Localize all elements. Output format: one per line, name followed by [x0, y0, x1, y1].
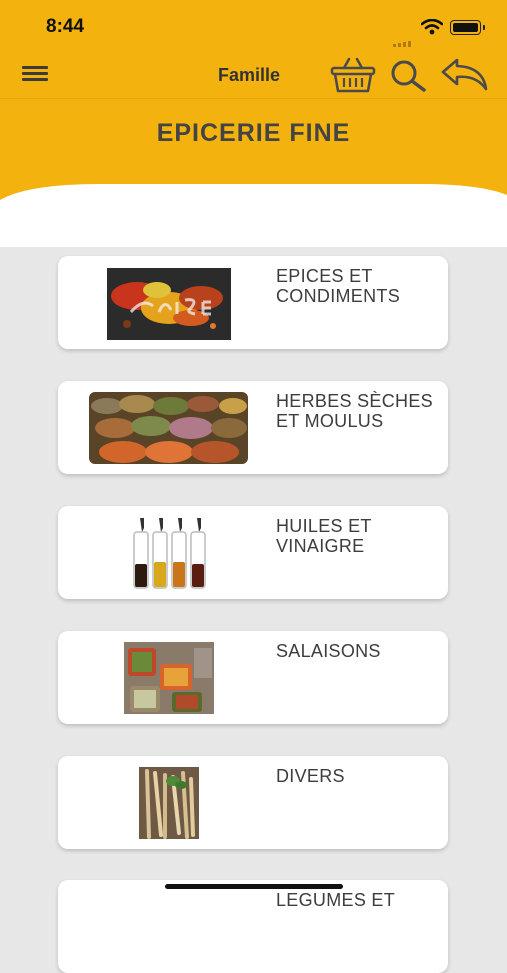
toolbar: Famille [0, 52, 507, 99]
category-card[interactable]: LEGUMES ET [58, 880, 448, 973]
back-icon[interactable] [440, 56, 490, 92]
breadsticks-photo [139, 767, 199, 839]
page-title: EPICERIE FINE [156, 119, 351, 147]
nav-title: Famille [218, 65, 281, 85]
home-indicator [165, 884, 343, 889]
herbs-market-photo [89, 392, 248, 464]
oil-bottles-photo [130, 516, 210, 590]
category-card[interactable]: HUILES ET VINAIGRE [58, 506, 448, 599]
header-banner: 8:44 Famille EPICERIE FINE [0, 0, 507, 200]
header-spacer [0, 200, 507, 246]
battery-icon [450, 20, 485, 35]
category-label: LEGUMES ET [276, 890, 396, 910]
status-bar: 8:44 [0, 0, 507, 52]
cellular-signal-icon [393, 29, 413, 47]
category-label: DIVERS [276, 766, 345, 786]
category-card[interactable]: HERBES SÈCHES ET MOULUS [58, 381, 448, 474]
category-card[interactable]: DIVERS [58, 756, 448, 849]
spices-photo [107, 268, 231, 340]
status-time: 8:44 [46, 16, 85, 37]
category-label: HERBES SÈCHES ET MOULUS [276, 391, 433, 431]
basket-icon[interactable] [329, 55, 377, 95]
category-card[interactable]: EPICES ET CONDIMENTS [58, 256, 448, 349]
category-label: HUILES ET VINAIGRE [276, 516, 372, 556]
search-icon[interactable] [388, 58, 428, 94]
pickle-jars-photo [124, 642, 214, 714]
menu-icon[interactable] [22, 66, 48, 84]
category-label: SALAISONS [276, 641, 381, 661]
category-label: EPICES ET CONDIMENTS [276, 266, 400, 306]
wifi-icon [421, 19, 443, 35]
category-card[interactable]: SALAISONS [58, 631, 448, 724]
